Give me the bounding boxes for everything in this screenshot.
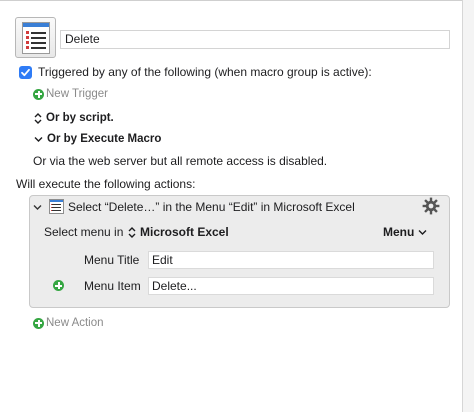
new-action-button[interactable]: New Action <box>33 317 104 329</box>
action-list-icon <box>49 199 64 214</box>
add-menu-item-icon[interactable] <box>53 280 64 291</box>
trigger-checkbox[interactable] <box>19 66 32 79</box>
actions-header: Will execute the following actions: <box>16 177 196 191</box>
scrollbar-track[interactable] <box>463 0 474 412</box>
new-action-label: New Action <box>46 317 104 329</box>
top-divider <box>0 0 462 1</box>
macro-icon[interactable] <box>15 17 56 58</box>
select-menu-label: Select menu in <box>44 225 124 239</box>
web-server-text: Or via the web server but all remote acc… <box>33 154 328 168</box>
execute-macro-label: Or by Execute Macro <box>47 133 162 145</box>
action-title[interactable]: Select “Delete…” in the Menu “Edit” in M… <box>68 200 355 214</box>
collapse-chevron-icon[interactable] <box>33 204 42 211</box>
menu-title-label: Menu Title <box>84 253 140 267</box>
macro-name-field[interactable]: Delete <box>60 30 450 49</box>
script-trigger-label: Or by script. <box>46 112 114 124</box>
menu-item-field[interactable]: Delete... <box>148 277 434 295</box>
up-down-chevron-icon <box>128 226 136 238</box>
add-circle-icon <box>33 317 44 329</box>
gear-icon[interactable] <box>422 197 440 215</box>
menu-dropdown-label: Menu <box>383 225 415 239</box>
new-trigger-label: New Trigger <box>46 88 108 100</box>
up-down-chevron-icon <box>34 112 42 124</box>
checkmark-icon <box>21 68 30 77</box>
chevron-down-icon <box>34 136 43 142</box>
new-trigger-button[interactable]: New Trigger <box>33 88 108 100</box>
trigger-label: Triggered by any of the following (when … <box>38 65 372 79</box>
menu-dropdown[interactable]: Menu <box>383 225 427 239</box>
menu-title-field[interactable]: Edit <box>148 251 434 269</box>
app-name-label: Microsoft Excel <box>140 225 229 239</box>
chevron-down-icon <box>418 230 427 235</box>
execute-macro-row[interactable]: Or by Execute Macro <box>34 133 161 145</box>
add-circle-icon <box>33 88 44 100</box>
menu-item-label: Menu Item <box>84 279 141 293</box>
app-selector[interactable]: Microsoft Excel <box>128 225 229 239</box>
list-document-icon <box>22 22 50 54</box>
script-trigger-row[interactable]: Or by script. <box>34 112 114 124</box>
